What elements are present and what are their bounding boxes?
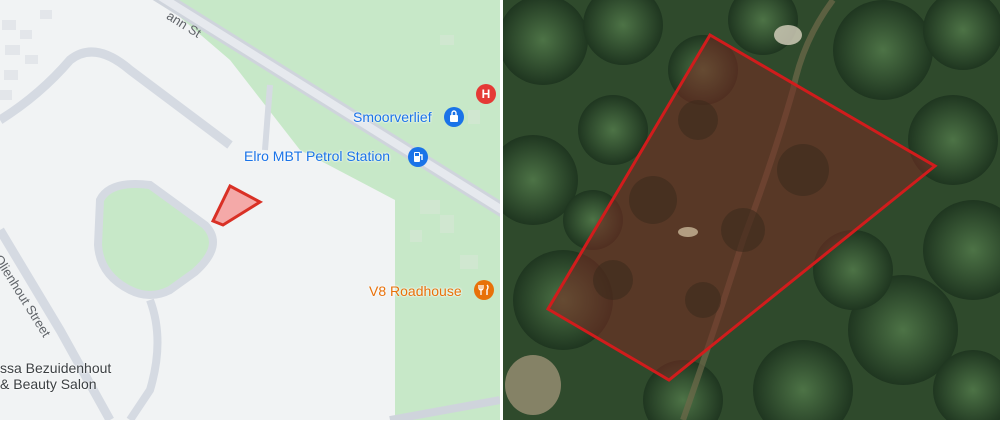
bare-patch [678, 227, 698, 237]
poi-label-petrol-station[interactable]: Elro MBT Petrol Station [244, 148, 390, 164]
green-area [160, 0, 500, 420]
loop-road [0, 47, 233, 149]
satellite-panel[interactable] [503, 0, 1000, 420]
fuel-pump-icon [414, 152, 423, 162]
clearing-bottom [505, 355, 561, 415]
cutlery-icon [478, 284, 489, 295]
curve-road [126, 298, 162, 420]
fuel-pump-pin-icon[interactable] [408, 147, 428, 167]
shopping-bag-pin-icon[interactable] [444, 107, 464, 127]
hospital-pin-icon[interactable]: H [476, 84, 496, 104]
parcel-outline[interactable] [210, 183, 264, 227]
bottom-strip [0, 420, 1000, 439]
poi-label-smoorverlief[interactable]: Smoorverlief [353, 109, 432, 125]
poi-label-salon-line1: ssa Bezuidenhout [0, 360, 112, 376]
poi-label-salon-line2: & Beauty Salon [0, 376, 97, 392]
park-oval [93, 180, 217, 299]
poi-label-roadhouse[interactable]: V8 Roadhouse [369, 283, 462, 299]
road-map-panel[interactable]: ann St Olienhout Street H Smoorverlief E… [0, 0, 500, 420]
satellite-canvas [503, 0, 1000, 420]
restaurant-pin-icon[interactable] [474, 280, 494, 300]
clearing-top [774, 25, 802, 45]
road-map-canvas [0, 0, 500, 420]
shopping-bag-icon [450, 110, 458, 122]
